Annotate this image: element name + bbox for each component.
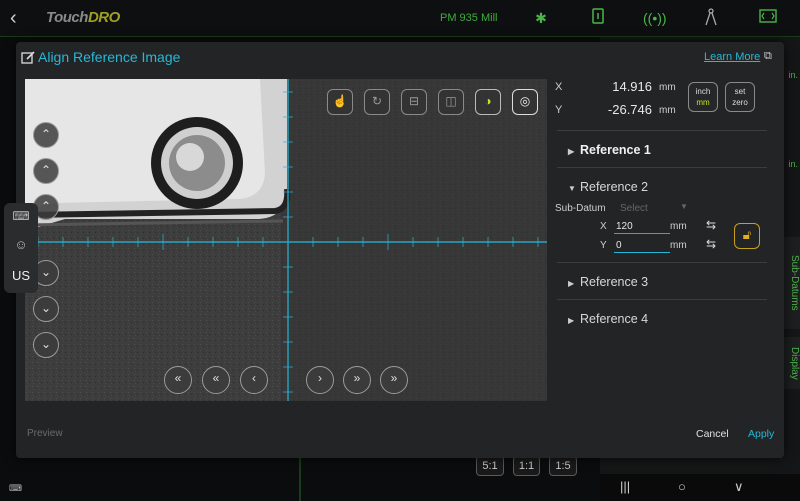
rotate-icon[interactable]: ↻ bbox=[364, 89, 390, 115]
jog-down-fast-button[interactable]: ⌄ bbox=[33, 332, 59, 358]
double-chevron-left-icon: « bbox=[212, 371, 220, 385]
preview-button[interactable]: Preview bbox=[27, 428, 63, 439]
compass-icon[interactable] bbox=[700, 8, 722, 28]
tab-sub-datums[interactable]: Sub-Datums bbox=[783, 237, 800, 329]
jog-down-medium-button[interactable]: ⌄ bbox=[33, 296, 59, 322]
caret-right-icon: ▶ bbox=[568, 279, 575, 288]
split-vertical-icon[interactable]: ◫ bbox=[438, 89, 464, 115]
chevron-up-icon: ⌃ bbox=[40, 199, 52, 213]
triple-chevron-down-icon: ⌄ bbox=[40, 337, 52, 351]
double-chevron-up-icon: ⌃ bbox=[40, 163, 52, 177]
split-horizontal-icon[interactable]: ⊟ bbox=[401, 89, 427, 115]
unlock-icon: 🔓︎ bbox=[742, 227, 752, 242]
caret-right-icon: ▶ bbox=[568, 316, 575, 325]
tablet-icon[interactable] bbox=[587, 8, 609, 28]
chevron-down-icon: ⌄ bbox=[40, 265, 52, 279]
unit-toggle-button[interactable]: inch mm bbox=[688, 82, 718, 112]
caret-right-icon: ▶ bbox=[568, 147, 575, 156]
home-icon[interactable]: ○ bbox=[678, 479, 686, 494]
triple-chevron-right-icon: » bbox=[390, 371, 398, 385]
reference-3-header[interactable]: ▶ Reference 3 bbox=[568, 275, 648, 289]
learn-more-link[interactable]: Learn More bbox=[704, 51, 760, 63]
background-grid bbox=[299, 458, 301, 501]
double-chevron-right-icon: » bbox=[353, 371, 361, 385]
palette-icon[interactable]: ◎ bbox=[512, 89, 538, 115]
language-label[interactable]: US bbox=[4, 268, 38, 283]
emoji-icon[interactable]: ☺ bbox=[4, 237, 38, 252]
x-coord-value: 14.916 bbox=[612, 79, 652, 94]
tab-display[interactable]: Display bbox=[783, 337, 800, 389]
divider bbox=[557, 130, 767, 131]
set-zero-button[interactable]: set zero bbox=[725, 82, 755, 112]
y-coord-value: -26.746 bbox=[607, 102, 652, 117]
external-link-icon[interactable]: ⧉ bbox=[764, 50, 772, 63]
cancel-button[interactable]: Cancel bbox=[696, 428, 729, 440]
app-logo: TouchDRO bbox=[46, 9, 120, 26]
set-zero-label-2: zero bbox=[732, 98, 748, 107]
chevron-right-icon: › bbox=[318, 371, 322, 385]
sub-datum-select[interactable]: Select bbox=[620, 203, 648, 214]
jog-up-medium-button[interactable]: ⌃ bbox=[33, 158, 59, 184]
screen-fit-icon[interactable] bbox=[757, 8, 779, 28]
swap-icon[interactable]: ⇆ bbox=[706, 237, 716, 251]
keyboard-icon[interactable]: ⌨ bbox=[9, 483, 22, 494]
jog-right-medium-button[interactable]: » bbox=[343, 366, 371, 394]
keyboard-pill: ⌨ ☺ US bbox=[4, 203, 38, 293]
dropdown-caret-icon[interactable]: ▼ bbox=[680, 202, 688, 211]
caret-down-icon: ▼ bbox=[568, 184, 576, 193]
apply-button[interactable]: Apply bbox=[748, 428, 774, 440]
triple-chevron-up-icon: ⌃ bbox=[40, 127, 52, 141]
unlock-button[interactable]: 🔓︎ bbox=[734, 223, 760, 249]
align-reference-modal: Align Reference Image Learn More ⧉ ☝ ↻ ⊟… bbox=[16, 42, 784, 458]
unit-mm-label: mm bbox=[696, 98, 710, 107]
pointer-icon[interactable]: ☝ bbox=[327, 89, 353, 115]
top-app-bar: ‹ TouchDRO PM 935 Mill ✱ ((•)) bbox=[0, 0, 800, 37]
zoom-1-5-button[interactable]: 1:5 bbox=[549, 456, 577, 476]
y-coord-unit: mm bbox=[659, 105, 676, 116]
modal-title: Align Reference Image bbox=[38, 49, 181, 65]
peek-text: in. bbox=[788, 70, 798, 80]
back-down-icon[interactable]: ∨ bbox=[734, 479, 744, 495]
reference-2-header[interactable]: ▼ Reference 2 bbox=[568, 180, 648, 194]
x-coord-unit: mm bbox=[659, 82, 676, 93]
unit-inch-label: inch bbox=[695, 87, 711, 96]
swap-icon[interactable]: ⇆ bbox=[706, 218, 716, 232]
jog-left-fast-button[interactable]: « bbox=[164, 366, 192, 394]
machine-name[interactable]: PM 935 Mill bbox=[440, 12, 497, 24]
bluetooth-icon[interactable]: ✱ bbox=[530, 8, 552, 28]
divider bbox=[557, 299, 767, 300]
zoom-5-1-button[interactable]: 5:1 bbox=[476, 456, 504, 476]
ref2-x-input[interactable] bbox=[614, 220, 670, 234]
divider bbox=[557, 167, 767, 168]
reference-1-header[interactable]: ▶ Reference 1 bbox=[568, 143, 651, 157]
jog-right-button[interactable]: › bbox=[306, 366, 334, 394]
reference-4-header[interactable]: ▶ Reference 4 bbox=[568, 312, 648, 326]
contrast-icon[interactable]: ◑ bbox=[475, 89, 501, 115]
reference-image bbox=[25, 79, 547, 401]
jog-left-button[interactable]: ‹ bbox=[240, 366, 268, 394]
ref2-x-label: X bbox=[600, 221, 607, 232]
edit-icon bbox=[21, 50, 36, 65]
recents-icon[interactable]: ||| bbox=[620, 479, 630, 494]
ref2-x-unit: mm bbox=[670, 221, 687, 232]
back-icon[interactable]: ‹ bbox=[10, 7, 30, 29]
sub-datum-label: Sub-Datum bbox=[555, 203, 606, 214]
triple-chevron-left-icon: « bbox=[174, 371, 182, 385]
keyboard-icon[interactable]: ⌨ bbox=[4, 209, 38, 223]
wireless-icon[interactable]: ((•)) bbox=[643, 8, 667, 28]
double-chevron-down-icon: ⌄ bbox=[40, 301, 52, 315]
zoom-1-1-button[interactable]: 1:1 bbox=[513, 456, 540, 476]
peek-text: in. bbox=[788, 159, 798, 169]
android-nav-bar: ||| ○ ∨ bbox=[600, 474, 800, 501]
ref2-y-label: Y bbox=[600, 240, 607, 251]
jog-right-fast-button[interactable]: » bbox=[380, 366, 408, 394]
chevron-left-icon: ‹ bbox=[252, 371, 256, 385]
camera-view[interactable]: ☝ ↻ ⊟ ◫ ◑ ◎ ⌃ ⌃ ⌃ ⌄ ⌄ ⌄ « « ‹ › » » bbox=[25, 79, 547, 401]
set-zero-label-1: set bbox=[734, 87, 746, 96]
divider bbox=[557, 262, 767, 263]
jog-left-medium-button[interactable]: « bbox=[202, 366, 230, 394]
ref2-y-input[interactable] bbox=[614, 239, 670, 253]
ref2-y-unit: mm bbox=[670, 240, 687, 251]
jog-up-fast-button[interactable]: ⌃ bbox=[33, 122, 59, 148]
